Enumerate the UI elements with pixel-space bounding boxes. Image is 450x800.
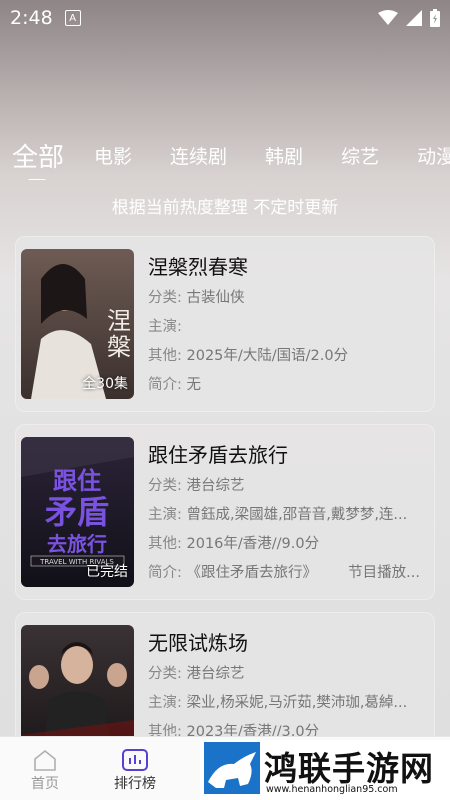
intro-extra: 节目播放...: [348, 565, 420, 581]
card-title[interactable]: 无限试炼场: [148, 627, 248, 656]
nav-home[interactable]: 首页: [15, 749, 75, 793]
category-label: 分类:: [148, 666, 182, 682]
nav-ranking-label: 排行榜: [114, 776, 156, 792]
intro-row: 简介: 《跟住矛盾去旅行》 节目播放...: [148, 561, 428, 582]
category-value: 港台综艺: [186, 666, 245, 682]
cast-row: 主演: 曾鈺成,梁國雄,邵音音,戴梦梦,连...: [148, 503, 428, 524]
list-item[interactable]: 涅 槃 全30集 涅槃烈春寒 分类: 古装仙侠 主演: 其他: 2025年/大陆…: [15, 236, 435, 412]
category-label: 分类:: [148, 290, 182, 306]
wifi-icon: [378, 10, 398, 25]
poster-title-2: 矛盾: [45, 493, 109, 531]
other-label: 其他:: [148, 536, 182, 552]
intro-value: 《跟住矛盾去旅行》: [186, 565, 318, 581]
intro-label: 简介:: [148, 565, 182, 581]
status-icons: [378, 9, 440, 27]
status-time: 2:48: [10, 7, 53, 29]
cast-row: 主演:: [148, 315, 428, 336]
poster-image: 跟住 矛盾 去旅行 TRAVEL WITH RIVALS 已完结: [21, 437, 134, 587]
category-row: 分类: 港台综艺: [148, 474, 428, 495]
battery-icon: [430, 9, 440, 27]
signal-icon: [406, 10, 422, 26]
other-label: 其他:: [148, 348, 182, 364]
cast-label: 主演:: [148, 507, 182, 523]
cast-label: 主演:: [148, 319, 182, 335]
poster-title-2: 槃: [107, 333, 131, 361]
episode-badge: 全30集: [82, 376, 128, 392]
tab-variety[interactable]: 综艺: [341, 142, 379, 169]
category-value: 港台综艺: [186, 478, 245, 494]
watermark-logo-icon: [204, 742, 260, 794]
category-value: 古装仙侠: [186, 290, 245, 306]
status-badge: 已完结: [86, 564, 128, 580]
intro-value: 无: [186, 377, 202, 393]
category-label: 分类:: [148, 478, 182, 494]
other-value: 2025年/大陆/国语/2.0分: [186, 348, 349, 364]
status-bar: 2:48 A: [0, 0, 450, 36]
tab-anime[interactable]: 动漫: [417, 142, 450, 169]
nav-ranking[interactable]: 排行榜: [105, 749, 165, 793]
nav-home-label: 首页: [31, 776, 59, 792]
ranking-subtitle: 根据当前热度整理 不定时更新: [111, 198, 339, 218]
cast-value: 梁业,杨采妮,马沂茹,樊沛珈,葛綽...: [186, 695, 408, 711]
other-row: 其他: 2016年/香港//9.0分: [148, 532, 428, 553]
notification-icon: A: [64, 10, 81, 26]
tab-movie[interactable]: 电影: [94, 142, 132, 169]
other-value: 2016年/香港//9.0分: [186, 536, 320, 552]
other-row: 其他: 2025年/大陆/国语/2.0分: [148, 344, 428, 365]
watermark: 鸿联手游网 www.henanhonglian95.com: [200, 740, 450, 800]
list-item[interactable]: 跟住 矛盾 去旅行 TRAVEL WITH RIVALS 已完结 跟住矛盾去旅行…: [15, 424, 435, 600]
cast-row: 主演: 梁业,杨采妮,马沂茹,樊沛珈,葛綽...: [148, 691, 428, 712]
category-row: 分类: 港台综艺: [148, 662, 428, 683]
cast-value: 曾鈺成,梁國雄,邵音音,戴梦梦,连...: [186, 507, 408, 523]
intro-label: 简介:: [148, 377, 182, 393]
poster-image: 涅 槃 全30集: [21, 249, 134, 399]
card-title[interactable]: 跟住矛盾去旅行: [148, 439, 288, 468]
poster-title-1: 涅: [107, 307, 131, 335]
tab-korean[interactable]: 韩剧: [265, 142, 303, 169]
home-icon: [34, 749, 56, 771]
watermark-text: 鸿联手游网: [264, 749, 434, 788]
tab-all[interactable]: 全部: [12, 137, 64, 180]
poster-title-3: 去旅行: [47, 532, 107, 556]
watermark-url: www.henanhonglian95.com: [266, 784, 398, 795]
card-title[interactable]: 涅槃烈春寒: [148, 251, 248, 280]
chart-icon: [122, 749, 148, 771]
category-row: 分类: 古装仙侠: [148, 286, 428, 307]
tab-series[interactable]: 连续剧: [170, 142, 227, 169]
cast-label: 主演:: [148, 695, 182, 711]
poster-title-1: 跟住: [53, 467, 101, 495]
category-tabs: 全部 电影 连续剧 韩剧 综艺 动漫: [0, 130, 450, 180]
intro-row: 简介: 无: [148, 373, 428, 394]
